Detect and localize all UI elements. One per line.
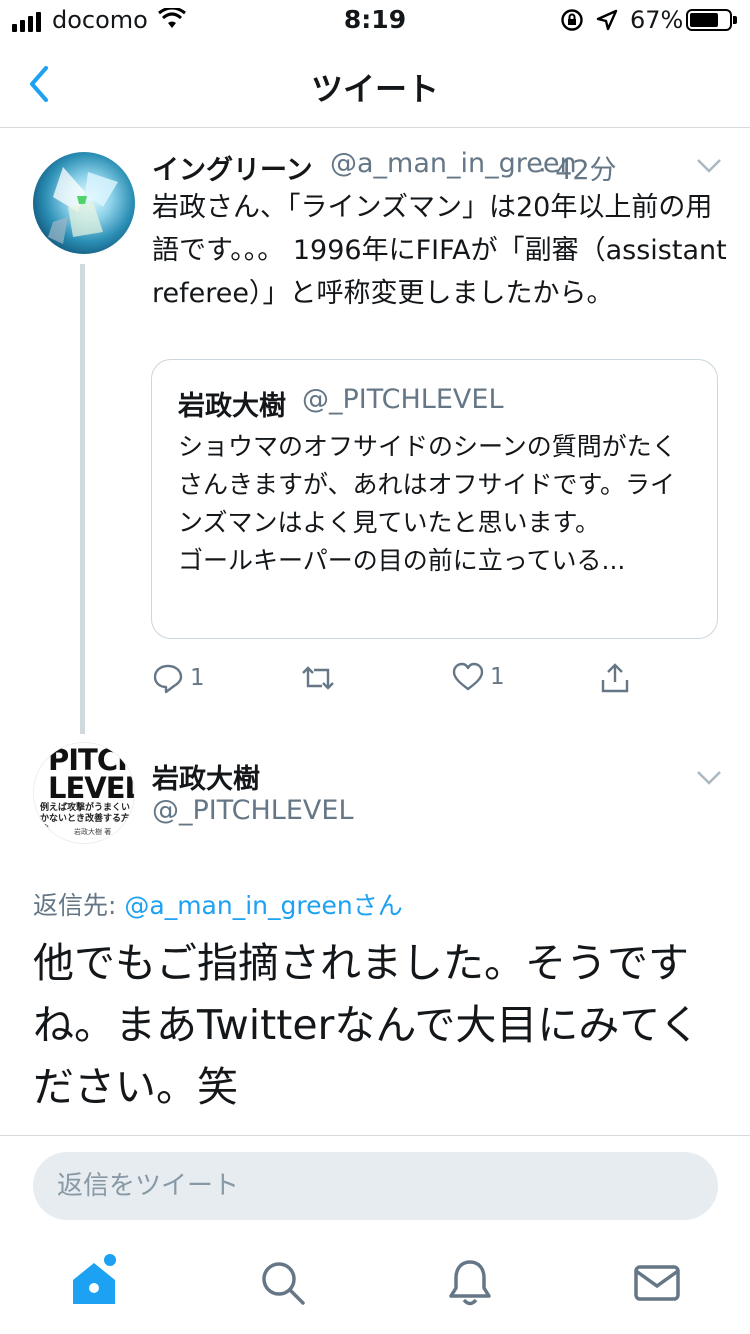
quoted-text: ショウマのオフサイドのシーンの質問がたくさんきますが、あれはオフサイドです。ライ… — [178, 432, 677, 575]
notifications-icon[interactable] — [445, 1258, 495, 1308]
tweet-text: 他でもご指摘されました。そうですね。まあTwitterなんで大目にみてください。… — [33, 939, 701, 1111]
chevron-down-icon[interactable] — [696, 158, 722, 174]
share-button[interactable] — [599, 662, 631, 694]
page-title: ツイート — [310, 70, 439, 108]
battery-icon — [686, 9, 737, 31]
reply-prefix: 返信先: — [33, 891, 125, 920]
messages-icon[interactable] — [632, 1258, 682, 1308]
author-name[interactable]: イングリーン — [152, 148, 313, 187]
reply-to-link[interactable]: @a_man_in_green — [124, 891, 352, 920]
chevron-down-icon[interactable] — [696, 770, 722, 786]
avatar-logo-line2: LEVEL — [48, 771, 135, 805]
status-bar: docomo 8:19 67% — [0, 0, 750, 40]
reply-button[interactable]: 1 — [152, 662, 205, 694]
nav-bar: ツイート — [0, 40, 750, 128]
tweet-actions: 1 1 — [0, 662, 750, 702]
quoted-author-handle: @_PITCHLEVEL — [302, 384, 504, 415]
reply-icon — [153, 664, 183, 694]
author-name[interactable]: 岩政大樹 — [152, 757, 260, 796]
reply-suffix: さん — [352, 891, 403, 920]
like-button[interactable]: 1 — [452, 662, 505, 692]
share-icon — [601, 663, 629, 693]
retweet-icon — [302, 666, 334, 690]
author-handle[interactable]: @_PITCHLEVEL — [152, 795, 354, 826]
like-icon — [452, 662, 484, 691]
location-icon — [596, 9, 618, 31]
avatar-author: 岩政大樹 著 — [74, 828, 112, 836]
reply-count: 1 — [190, 665, 205, 691]
quoted-tweet[interactable]: 岩政大樹 @_PITCHLEVEL ショウマのオフサイドのシーンの質問がたくさん… — [151, 359, 718, 639]
reply-input[interactable] — [33, 1152, 718, 1220]
avatar-art — [48, 167, 118, 244]
tweet-text: 岩政さん、「ラインズマン」は20年以上前の用語です。。。 1996年にFIFAが… — [152, 192, 727, 309]
divider — [0, 1135, 750, 1136]
tweet-time: · 42分 — [538, 155, 617, 186]
avatar[interactable] — [33, 152, 135, 254]
battery-percent: 67% — [630, 6, 684, 34]
avatar[interactable]: PITCH LEVEL 例えば攻撃がうまくいかないとき改善する方法 岩政大樹 著 — [33, 742, 135, 844]
retweet-button[interactable] — [300, 662, 336, 694]
quoted-author-name: 岩政大樹 — [178, 391, 286, 422]
rotation-lock-icon — [561, 9, 583, 31]
reply-context: 返信先: @a_man_in_greenさん — [33, 886, 403, 922]
search-icon[interactable] — [258, 1258, 308, 1308]
reply-composer[interactable] — [33, 1152, 718, 1220]
like-count: 1 — [490, 664, 505, 690]
unread-dot — [104, 1254, 116, 1266]
